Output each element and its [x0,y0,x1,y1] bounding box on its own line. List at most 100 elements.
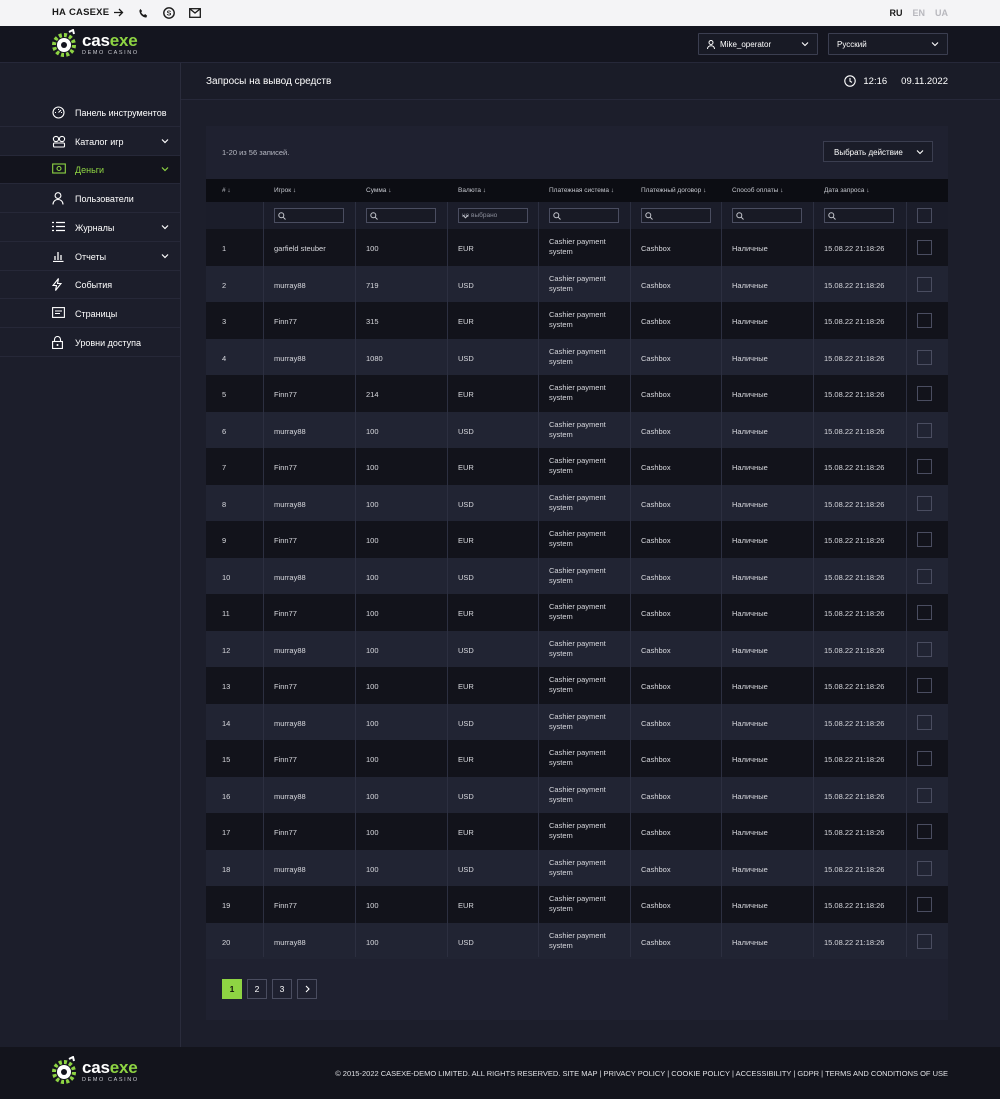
player-filter-input[interactable] [274,208,344,223]
col-id[interactable]: # ↓ [222,187,231,194]
row-checkbox[interactable] [917,605,932,620]
cell-contract: Cashbox [641,901,671,910]
table-row[interactable]: 17 Finn77 100 EUR Cashier payment system Cash… [206,813,948,850]
chevron-down-icon[interactable] [161,137,169,147]
table-row[interactable]: 20 murray88 100 USD Cashier payment system Ca… [206,922,948,959]
col-player[interactable]: Игрок ↓ [274,187,296,194]
table-row[interactable]: 13 Finn77 100 EUR Cashier payment system Cash… [206,667,948,704]
sidebar-item-8[interactable]: Страницы [0,300,180,328]
currency-filter-select[interactable]: не выбрано [458,208,528,223]
table-row[interactable]: 2 murray88 719 USD Cashier payment system Cas… [206,265,948,302]
cell-amount: 100 [366,536,379,545]
date-filter-input[interactable] [824,208,894,223]
payment-system-filter-input[interactable] [549,208,619,223]
user-select[interactable]: Mike_operator [698,33,818,55]
row-checkbox[interactable] [917,824,932,839]
row-checkbox[interactable] [917,276,932,292]
col-payment-method[interactable]: Способ оплаты ↓ [732,187,783,194]
sidebar-item-9[interactable]: Уровни доступа [0,329,180,357]
row-checkbox[interactable] [917,787,932,803]
payment-contract-filter-input[interactable] [641,208,711,223]
col-amount[interactable]: Сумма ↓ [366,187,391,194]
row-checkbox[interactable] [917,714,932,730]
row-checkbox[interactable] [917,568,932,584]
sidebar-item-2[interactable]: Каталог игр [0,128,180,156]
footer-links[interactable]: © 2015-2022 CASEXE-DEMO LIMITED. ALL RIG… [335,1069,948,1078]
col-payment-contract[interactable]: Платежный договор ↓ [641,187,706,194]
table-row[interactable]: 10 murray88 100 USD Cashier payment system Ca… [206,557,948,594]
row-checkbox[interactable] [917,933,932,949]
row-checkbox[interactable] [917,860,932,876]
cell-method: Наличные [732,645,768,655]
footer-logo[interactable]: casexe DEMO CASINO [52,1056,139,1086]
table-row[interactable]: 15 Finn77 100 EUR Cashier payment system Cash… [206,740,948,777]
page-1-button[interactable]: 1 [222,979,242,999]
table-row[interactable]: 3 Finn77 315 EUR Cashier payment system Cashb… [206,302,948,339]
sidebar-item-5[interactable]: Журналы [0,214,180,242]
cell-date: 15.08.22 21:18:26 [824,645,885,655]
table-row[interactable]: 1 garfield steuber 100 EUR Cashier payment s… [206,229,948,266]
table-row[interactable]: 6 murray88 100 USD Cashier payment system Cas… [206,411,948,448]
payment-method-filter-input[interactable] [732,208,802,223]
chevron-down-icon[interactable] [161,165,169,175]
cell-date: 15.08.22 21:18:26 [824,426,885,436]
lang-ru[interactable]: RU [889,8,902,18]
row-checkbox[interactable] [917,897,932,912]
next-page-button[interactable] [297,979,317,999]
row-checkbox[interactable] [917,751,932,766]
select-all-checkbox[interactable] [917,208,932,223]
language-select[interactable]: Русский [828,33,948,55]
back-to-casexe-link[interactable]: НА CASEXE [52,7,124,18]
row-checkbox[interactable] [917,313,932,328]
lang-en[interactable]: EN [912,8,925,18]
sidebar-item-label: Журналы [75,222,115,233]
table-row[interactable]: 4 murray88 1080 USD Cashier payment system Ca… [206,338,948,375]
row-checkbox[interactable] [917,495,932,511]
col-request-date[interactable]: Дата запроса ↓ [824,187,869,194]
row-checkbox[interactable] [917,386,932,401]
skype-icon[interactable]: S [162,6,176,20]
cell-contract: Cashbox [641,499,671,509]
table-row[interactable]: 7 Finn77 100 EUR Cashier payment system Cashb… [206,448,948,485]
table-row[interactable]: 16 murray88 100 USD Cashier payment system Ca… [206,776,948,813]
table-row[interactable]: 8 murray88 100 USD Cashier payment system Cas… [206,484,948,521]
cell-currency: EUR [458,755,474,764]
sidebar-item-7[interactable]: События [0,271,180,300]
table-row[interactable]: 11 Finn77 100 EUR Cashier payment system Cash… [206,594,948,631]
casexe-logo[interactable]: casexe DEMO CASINO [52,29,139,59]
row-checkbox[interactable] [917,532,932,547]
table-row[interactable]: 5 Finn77 214 EUR Cashier payment system Cashb… [206,375,948,412]
row-checkbox[interactable] [917,678,932,693]
table-row[interactable]: 9 Finn77 100 EUR Cashier payment system Cashb… [206,521,948,558]
row-checkbox[interactable] [917,422,932,438]
lang-ua[interactable]: UA [935,8,948,18]
row-checkbox[interactable] [917,459,932,474]
logo-text-post: exe [109,1057,138,1077]
page-2-button[interactable]: 2 [247,979,267,999]
page-3-button[interactable]: 3 [272,979,292,999]
column-divider [538,202,539,957]
col-payment-system[interactable]: Платежная система ↓ [549,187,614,194]
row-checkbox[interactable] [917,349,932,365]
sidebar-item-1[interactable]: Панель инструментов [0,99,180,127]
chevron-down-icon[interactable] [161,223,169,233]
phone-icon[interactable] [136,6,150,20]
mail-icon[interactable] [188,6,202,20]
chevron-down-icon[interactable] [161,252,169,262]
table-row[interactable]: 12 murray88 100 USD Cashier payment system Ca… [206,630,948,667]
games-icon [52,135,66,149]
datetime: 12:16 09.11.2022 [844,75,948,87]
table-row[interactable]: 14 murray88 100 USD Cashier payment system Ca… [206,703,948,740]
amount-filter-input[interactable] [366,208,436,223]
sidebar-item-4[interactable]: Пользователи [0,185,180,214]
bulk-action-select[interactable]: Выбрать действие [823,141,933,162]
row-checkbox[interactable] [917,641,932,657]
col-currency[interactable]: Валюта ↓ [458,187,486,194]
row-checkbox[interactable] [917,240,932,255]
cell-system: Cashier payment system [549,602,606,621]
table-row[interactable]: 19 Finn77 100 EUR Cashier payment system Cash… [206,886,948,923]
sidebar-item-6[interactable]: Отчеты [0,243,180,271]
sidebar-item-label: Страницы [75,308,118,319]
sidebar-item-3[interactable]: Деньги [0,156,180,185]
table-row[interactable]: 18 murray88 100 USD Cashier payment system Ca… [206,849,948,886]
